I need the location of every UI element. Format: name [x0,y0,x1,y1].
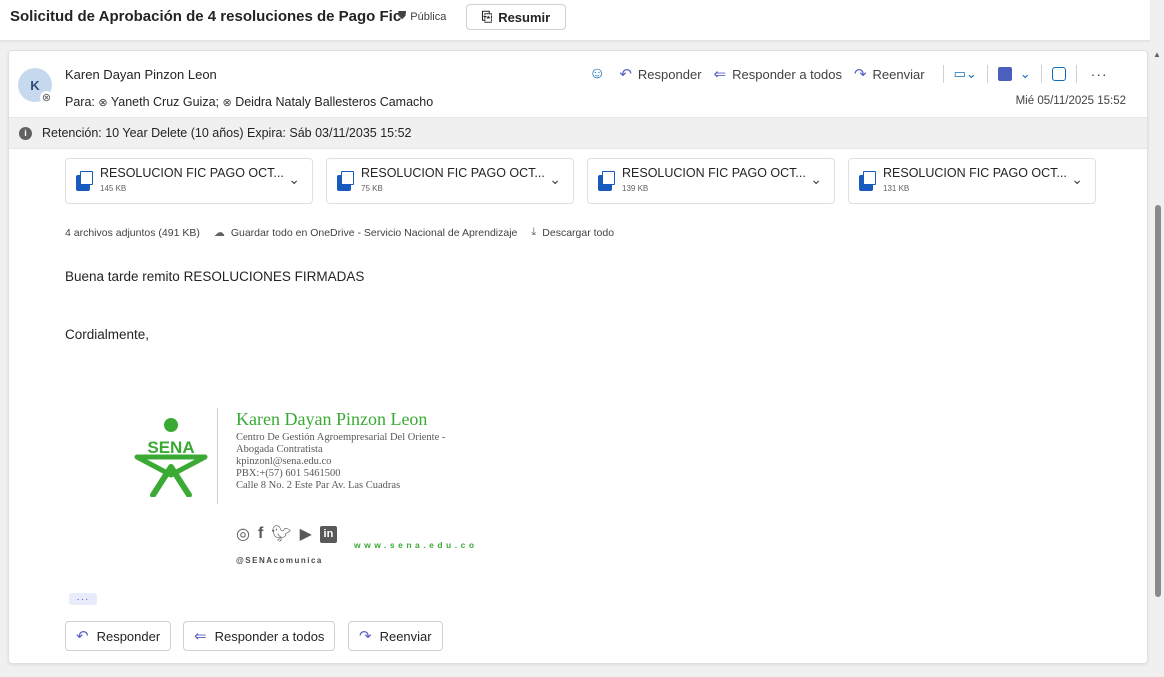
sensitivity-label: Pública [410,10,447,23]
attachment-card[interactable]: RESOLUCION FIC PAGO OCT... 145 KB ⌄ [65,158,313,204]
attachment-size: 139 KB [622,184,649,193]
forward-label: Reenviar [872,66,925,82]
divider [986,65,988,83]
signature-name: Karen Dayan Pinzon Leon [236,409,428,429]
emoji-react-icon[interactable]: ☺ [589,65,605,83]
save-to-onedrive-link[interactable]: Guardar todo en OneDrive - Servicio Naci… [231,227,518,239]
attachment-info: 4 archivos adjuntos (491 KB) ☁ Guardar t… [65,226,614,239]
info-icon: i [19,126,32,140]
show-more-icon[interactable]: ··· [69,593,97,605]
subject-bar: Solicitud de Aprobación de 4 resolucione… [0,0,1150,41]
attachment-name: RESOLUCION FIC PAGO OCT... [622,166,806,180]
message-date: Mié 05/11/2025 15:52 [1015,95,1126,107]
social-handle: @SENAcomunica [236,556,323,565]
chevron-down-icon[interactable]: ⌄ [549,171,561,188]
retention-text: Retención: 10 Year Delete (10 años) Expi… [42,126,412,140]
forward-icon: ↷ [359,628,372,645]
body-line: Buena tarde remito RESOLUCIONES FIRMADAS [65,269,365,284]
instagram-icon[interactable]: ◎ [236,524,250,544]
chevron-down-icon[interactable]: ⌄ [1020,66,1031,82]
word-file-icon [76,171,93,191]
reply-all-icon: ⇐ [194,628,207,645]
more-options-icon[interactable]: ··· [1091,66,1108,82]
shield-icon: ⛊ [398,10,407,22]
divider [1040,65,1042,83]
pdf-icon[interactable] [997,67,1012,81]
attachment-name: RESOLUCION FIC PAGO OCT... [361,166,545,180]
sender-name[interactable]: Karen Dayan Pinzon Leon [65,67,217,82]
reply-all-icon: ⇐ [713,66,727,83]
signature-address: Calle 8 No. 2 Este Par Av. Las Cuadras [236,480,401,491]
reply-button[interactable]: ↶ Responder [619,65,701,83]
attachment-name: RESOLUCION FIC PAGO OCT... [883,166,1067,180]
chevron-down-icon[interactable]: ⌄ [288,171,300,188]
scroll-up-icon[interactable]: ▲ [1153,50,1161,59]
forward-bottom-button[interactable]: ↷ Reenviar [348,621,443,651]
attachment-size: 75 KB [361,184,383,193]
attachment-card[interactable]: RESOLUCION FIC PAGO OCT... 75 KB ⌄ [326,158,574,204]
attachment-card[interactable]: RESOLUCION FIC PAGO OCT... 131 KB ⌄ [848,158,1096,204]
signature-line: Abogada Contratista [236,444,323,455]
sensitivity-badge[interactable]: ⛊ Pública [398,10,446,23]
chevron-down-icon[interactable]: ⌄ [1071,171,1083,188]
signature-phone: PBX:+(57) 601 5461500 [236,468,341,479]
linkedin-icon[interactable]: in [319,525,337,543]
facebook-icon[interactable]: f [258,525,263,543]
attachment-count: 4 archivos adjuntos (491 KB) [65,226,200,239]
retention-bar: i Retención: 10 Year Delete (10 años) Ex… [9,117,1147,149]
recipients-line: Para: ⊗ Yaneth Cruz Guiza; ⊗ Deidra Nata… [65,95,433,109]
divider [1075,65,1077,83]
reply-label: Responder [96,628,161,644]
message-actions: ☺ ↶ Responder ⇐ Responder a todos ↷ Reen… [589,63,1108,85]
reply-all-label: Responder a todos [214,628,325,644]
recipient-1[interactable]: Yaneth Cruz Guiza; [111,95,219,109]
signature-line: Centro De Gestión Agroempresarial Del Or… [236,432,446,443]
to-label: Para: [65,95,95,109]
reply-label: Responder [637,66,702,82]
summarize-label: Resumir [498,9,551,25]
signature-email[interactable]: kpinzonl@sena.edu.co [236,456,331,467]
scrollbar-thumb[interactable] [1155,205,1161,597]
signature-divider [217,408,218,504]
download-all-link[interactable]: Descargar todo [542,227,614,239]
social-links: ◎ f 🐦︎ ▶ in [236,524,337,544]
attachment-size: 131 KB [883,184,910,193]
word-file-icon [337,171,354,191]
apps-icon[interactable] [1051,67,1066,81]
reply-all-button[interactable]: ⇐ Responder a todos [714,65,842,83]
word-file-icon [859,171,876,191]
body-closing: Cordialmente, [65,327,150,342]
forward-icon: ↷ [853,66,867,83]
recipient-2[interactable]: Deidra Nataly Ballesteros Camacho [235,95,433,109]
summarize-button[interactable]: ⎘ Resumir [466,4,566,30]
sena-logo-text: SENA [147,438,194,457]
forward-label: Reenviar [379,628,432,644]
attachment-card[interactable]: RESOLUCION FIC PAGO OCT... 139 KB ⌄ [587,158,835,204]
reply-all-bottom-button[interactable]: ⇐ Responder a todos [183,621,336,651]
reply-icon: ↶ [76,628,89,645]
email-subject: Solicitud de Aprobación de 4 resolucione… [10,8,402,25]
download-icon: ⤓ [531,226,537,238]
attachment-size: 145 KB [100,184,127,193]
reply-icon: ↶ [619,66,632,83]
teams-share-icon[interactable]: ▭⌄ [954,66,977,82]
word-file-icon [598,171,615,191]
twitter-icon[interactable]: 🐦︎ [271,524,291,544]
message-card: K ⊗ Karen Dayan Pinzon Leon Para: ⊗ Yane… [8,50,1148,664]
chevron-down-icon[interactable]: ⌄ [810,171,822,188]
divider [942,65,944,83]
forward-button[interactable]: ↷ Reenviar [854,65,925,83]
sena-logo: SENA [134,418,208,497]
summarize-icon: ⎘ [481,9,493,24]
website-link[interactable]: www.sena.edu.co [354,540,478,550]
presence-icon: ⊗ [40,91,53,104]
cloud-icon: ☁ [213,227,225,239]
attachment-name: RESOLUCION FIC PAGO OCT... [100,166,284,180]
reply-bottom-button[interactable]: ↶ Responder [65,621,172,651]
reply-all-label: Responder a todos [732,66,842,82]
recipient-status-icon: ⊗ [98,97,108,109]
recipient-status-icon: ⊗ [222,97,232,109]
youtube-icon[interactable]: ▶ [300,524,312,544]
